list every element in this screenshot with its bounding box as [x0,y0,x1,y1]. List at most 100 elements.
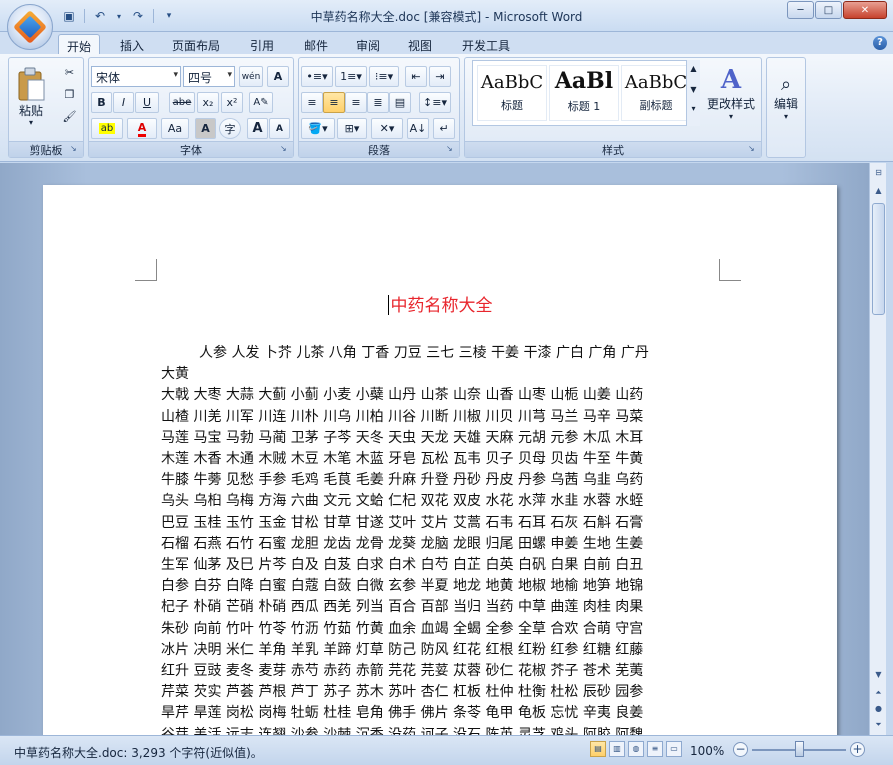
zoom-out-icon[interactable]: − [733,742,748,757]
next-page-icon[interactable]: ⏷ [871,717,886,732]
gallery-down-icon[interactable]: ▼ [687,85,700,94]
zoom-in-icon[interactable]: + [850,742,865,757]
document-line[interactable]: 巴豆 玉桂 玉竹 玉金 甘松 甘草 甘遂 艾叶 艾片 艾蒿 石韦 石耳 石灰 石… [161,513,741,534]
increase-indent-button[interactable]: ⇥ [429,66,451,87]
decrease-indent-button[interactable]: ⇤ [405,66,427,87]
shrink-font-button[interactable]: A [269,118,290,139]
document-line[interactable]: 牛膝 牛蒡 见愁 手参 毛鸡 毛茛 毛姜 升麻 升登 丹砂 丹皮 丹参 乌茜 乌… [161,470,741,491]
grow-font-button[interactable]: A [247,118,268,139]
select-browse-object-icon[interactable]: ● [871,701,886,716]
scroll-down-icon[interactable]: ▼ [871,667,886,682]
web-layout-view-icon[interactable]: ◍ [628,741,644,757]
phonetic-guide-button[interactable]: wén [239,66,263,87]
document-line[interactable]: 生军 仙茅 及巳 片芩 白及 白芨 白求 白术 白芍 白芷 白英 白矾 白果 白… [161,555,741,576]
ruler-toggle-icon[interactable]: ⊟ [871,165,886,180]
print-layout-view-icon[interactable]: ▤ [590,741,606,757]
document-line[interactable]: 马莲 马宝 马勃 马蔺 卫茅 子芩 天冬 天虫 天龙 天雄 天麻 元胡 元参 木… [161,428,741,449]
document-line[interactable]: 杞子 朴硝 芒硝 朴硝 西瓜 西羌 列当 百合 百部 当归 当药 中草 曲莲 肉… [161,597,741,618]
style-subtitle[interactable]: AaBbC 副标题 [621,65,691,121]
paste-dropdown-icon[interactable]: ▾ [21,118,41,127]
italic-button[interactable]: I [113,92,134,113]
tab-home[interactable]: 开始 [58,34,101,54]
document-area[interactable]: 中药名称大全 人参 人发 卜芥 儿茶 八角 丁香 刀豆 三七 三棱 干姜 干漆 … [0,163,869,735]
superscript-button[interactable]: x² [221,92,243,113]
font-name-select[interactable]: 宋体 ▾ [91,66,181,87]
tab-view[interactable]: 视图 [400,34,440,54]
char-border-button[interactable]: A [267,66,289,87]
shading-button[interactable]: 🪣▾ [301,118,335,139]
format-painter-icon[interactable]: 🖌 [59,106,80,127]
multilevel-list-button[interactable]: ⁝≡▾ [369,66,399,87]
zoom-slider-thumb[interactable] [795,741,804,757]
document-line[interactable]: 木莲 木香 木通 木贼 木豆 木笔 木蓝 牙皂 瓦松 瓦韦 贝子 贝母 贝齿 牛… [161,449,741,470]
document-title[interactable]: 中药名称大全 [43,291,837,316]
editing-button[interactable]: ⌕ 编辑 ▾ [769,62,803,132]
borders-button[interactable]: ⊞▾ [337,118,367,139]
document-line[interactable]: 旱芹 旱莲 岗松 岗梅 牡蛎 杜桂 皂角 佛手 佛片 条苓 龟甲 龟板 忘忧 辛… [161,703,741,724]
sort-button[interactable]: A↓ [407,118,429,139]
full-screen-reading-view-icon[interactable]: ▥ [609,741,625,757]
show-marks-button[interactable]: ↵ [433,118,455,139]
bullets-button[interactable]: •≡▾ [301,66,333,87]
minimize-button[interactable]: ─ [787,1,814,19]
align-right-button[interactable]: ≡ [345,92,367,113]
document-line[interactable]: 朱砂 向前 竹叶 竹苓 竹沥 竹茹 竹黄 血余 血竭 全蝎 全参 全草 合欢 合… [161,619,741,640]
document-line[interactable]: 大戟 大枣 大蒜 大蓟 小蓟 小麦 小蘗 山丹 山茶 山奈 山香 山枣 山栀 山… [161,385,741,406]
scroll-up-icon[interactable]: ▲ [871,183,886,198]
style-heading-1[interactable]: AaBl 标题 1 [549,65,619,121]
document-line[interactable]: 谷芽 羌活 远志 连翘 沙参 沙棘 沉香 没药 诃子 没石 陈英 灵芝 鸡头 阿… [161,725,741,735]
clear-formatting-button[interactable]: A✎ [249,92,273,113]
bold-button[interactable]: B [91,92,112,113]
gallery-more-icon[interactable]: ▾ [687,104,700,113]
style-heading[interactable]: AaBbC 标题 [477,65,547,121]
tab-review[interactable]: 审阅 [348,34,388,54]
zoom-level[interactable]: 100% [690,744,724,758]
document-line[interactable]: 冰片 决明 米仁 羊角 羊乳 羊蹄 灯草 防己 防风 红花 红根 红粉 红参 红… [161,640,741,661]
scroll-thumb[interactable] [872,203,885,315]
document-line[interactable]: 乌头 乌桕 乌梅 方海 六曲 文元 文蛤 仁杞 双花 双皮 水花 水萍 水韭 水… [161,491,741,512]
align-center-button[interactable]: ≡ [323,92,345,113]
font-launcher-icon[interactable]: ↘ [280,144,290,154]
line-spacing-button[interactable]: ↕≡▾ [419,92,451,113]
office-button[interactable] [7,4,53,50]
word-count-status[interactable]: 中草药名称大全.doc: 3,293 个字符(近似值)。 [14,744,263,761]
document-line[interactable]: 芹菜 芡实 芦荟 芦根 芦丁 苏子 苏木 苏叶 杏仁 杠板 杜仲 杜衡 杜松 辰… [161,682,741,703]
vertical-scrollbar[interactable]: ⊟ ▲ ▼ ⏶ ● ⏷ [869,163,886,735]
strikethrough-button[interactable]: abe [169,92,195,113]
tab-developer[interactable]: 开发工具 [454,34,518,54]
change-styles-button[interactable]: A 更改样式 ▾ [704,60,758,126]
styles-launcher-icon[interactable]: ↘ [748,144,758,154]
tab-insert[interactable]: 插入 [112,34,152,54]
document-line[interactable]: 白参 白芬 白降 白蜜 白蔻 白蔹 白微 玄参 半夏 地龙 地黄 地椒 地榆 地… [161,576,741,597]
outline-view-icon[interactable]: ≡ [647,741,663,757]
change-case-button[interactable]: Aa [161,118,189,139]
help-icon[interactable]: ? [873,36,887,50]
char-shading-button[interactable]: A [195,118,216,139]
align-left-button[interactable]: ≡ [301,92,323,113]
previous-page-icon[interactable]: ⏶ [871,685,886,700]
tab-references[interactable]: 引用 [242,34,282,54]
copy-icon[interactable]: ❐ [59,84,80,105]
numbering-button[interactable]: 1≡▾ [335,66,367,87]
paste-button[interactable] [13,62,49,106]
document-page[interactable]: 中药名称大全 人参 人发 卜芥 儿茶 八角 丁香 刀豆 三七 三棱 干姜 干漆 … [43,185,837,735]
highlight-button[interactable]: ab [91,118,123,139]
font-color-button[interactable]: A [127,118,157,139]
clipboard-launcher-icon[interactable]: ↘ [70,144,80,154]
gallery-up-icon[interactable]: ▲ [687,64,700,73]
document-line[interactable]: 红升 豆豉 麦冬 麦芽 赤芍 赤药 赤箭 芫花 芫荽 苁蓉 砂仁 花椒 芥子 苍… [161,661,741,682]
tab-mailings[interactable]: 邮件 [296,34,336,54]
document-body[interactable]: 人参 人发 卜芥 儿茶 八角 丁香 刀豆 三七 三棱 干姜 干漆 广白 广角 广… [161,343,741,735]
paragraph-launcher-icon[interactable]: ↘ [446,144,456,154]
document-line[interactable]: 人参 人发 卜芥 儿茶 八角 丁香 刀豆 三七 三棱 干姜 干漆 广白 广角 广… [161,343,741,364]
close-button[interactable]: ✕ [843,1,887,19]
enclose-characters-button[interactable]: 字 [219,118,241,139]
underline-button[interactable]: U [135,92,159,113]
chinese-layout-button[interactable]: ✕▾ [371,118,403,139]
maximize-button[interactable]: □ [815,1,842,19]
subscript-button[interactable]: x₂ [197,92,219,113]
style-gallery-scroll[interactable]: ▲ ▼ ▾ [686,60,700,126]
draft-view-icon[interactable]: ▭ [666,741,682,757]
font-size-select[interactable]: 四号 ▾ [183,66,235,87]
document-line[interactable]: 石榴 石燕 石竹 石蜜 龙胆 龙齿 龙骨 龙葵 龙脑 龙眼 归尾 田螺 申姜 生… [161,534,741,555]
